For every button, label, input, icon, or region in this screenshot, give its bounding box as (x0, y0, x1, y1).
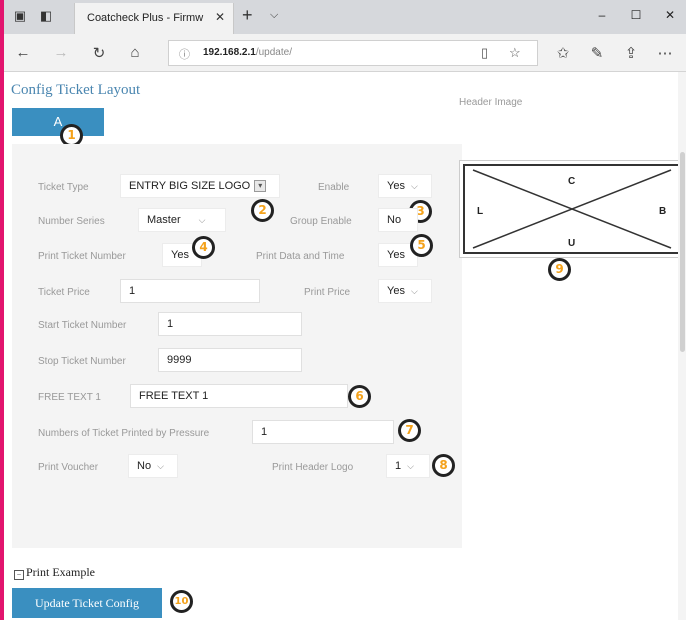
browser-window: ▣ ◧ Coatcheck Plus - Firmw ✕ + ⌵ – ☐ ✕ ←… (4, 0, 686, 620)
home-icon[interactable]: ⌂ (126, 44, 144, 61)
chevron-down-icon: ⌵ (410, 181, 418, 191)
info-icon[interactable]: ⓘ (179, 46, 190, 62)
print-price-value: Yes (387, 285, 405, 297)
stop-ticket-label: Stop Ticket Number (38, 356, 126, 367)
print-price-select[interactable]: Yes ⌵ (378, 279, 432, 303)
callout-badge-8: 8 (432, 454, 455, 477)
number-series-select[interactable]: Master ⌵ (138, 208, 226, 232)
print-header-logo-value: 1 (395, 460, 402, 472)
print-example-toggle[interactable]: − Print Example (14, 565, 95, 580)
start-ticket-input[interactable]: 1 (158, 312, 302, 336)
favorite-star-icon[interactable]: ☆ (509, 45, 521, 61)
chevron-down-icon: ⌵ (198, 215, 206, 225)
ticket-type-label: Ticket Type (38, 182, 89, 193)
presses-label: Numbers of Ticket Printed by Pressure (38, 428, 210, 439)
tab-actions-icon[interactable]: ▣ (12, 8, 28, 24)
update-ticket-config-button[interactable]: Update Ticket Config (12, 588, 162, 618)
group-enable-value: No (387, 214, 402, 226)
print-header-logo-select[interactable]: 1 ⌵ (386, 454, 430, 478)
tab-title: Coatcheck Plus - Firmw (87, 12, 204, 24)
print-voucher-label: Print Voucher (38, 462, 99, 473)
set-aside-tabs-icon[interactable]: ◧ (38, 8, 54, 24)
forward-icon[interactable]: → (52, 44, 70, 61)
header-image-label-right: B (659, 206, 666, 217)
print-header-logo-label: Print Header Logo (272, 462, 354, 473)
tab-list-chevron-icon[interactable]: ⌵ (270, 9, 278, 22)
page-content: Config Ticket Layout Header Image A 1 Ti… (4, 72, 686, 620)
number-series-value: Master (147, 214, 181, 226)
scrollbar-thumb[interactable] (680, 152, 685, 352)
print-ticket-number-value: Yes (171, 249, 189, 261)
header-image-label: Header Image (459, 97, 523, 108)
callout-badge-2: 2 (251, 199, 274, 222)
ticket-config-panel: Ticket Type ENTRY BIG SIZE LOGO ▾ 2 Enabl… (12, 144, 462, 548)
back-icon[interactable]: ← (14, 44, 32, 61)
url-text: 192.168.2.1/update/ (203, 47, 292, 58)
share-icon[interactable]: ⇪ (622, 44, 640, 62)
chevron-down-icon: ⌵ (157, 461, 164, 471)
header-image-label-left: L (477, 206, 483, 217)
url-path: /update/ (255, 47, 292, 58)
new-tab-icon[interactable]: + (242, 5, 253, 26)
tab-close-icon[interactable]: ✕ (215, 10, 225, 24)
callout-badge-4: 4 (192, 236, 215, 259)
ticket-tab-a-button[interactable]: A (12, 108, 104, 136)
browser-tab[interactable]: Coatcheck Plus - Firmw ✕ (74, 3, 234, 34)
print-price-label: Print Price (304, 287, 351, 298)
title-bar: ▣ ◧ Coatcheck Plus - Firmw ✕ + ⌵ – ☐ ✕ (4, 0, 686, 34)
vertical-scrollbar[interactable] (678, 72, 686, 620)
start-ticket-label: Start Ticket Number (38, 320, 127, 331)
reading-view-icon[interactable]: ▯ (481, 45, 488, 61)
callout-badge-10: 10 (170, 590, 193, 613)
print-date-time-label: Print Data and Time (256, 251, 345, 262)
refresh-icon[interactable]: ↻ (90, 44, 108, 62)
callout-badge-6: 6 (348, 385, 371, 408)
header-image-label-bottom: U (568, 238, 575, 249)
chevron-down-icon: ⌵ (407, 461, 414, 471)
group-enable-label: Group Enable (290, 216, 352, 227)
free-text-input[interactable]: FREE TEXT 1 (130, 384, 348, 408)
address-bar[interactable]: ⓘ 192.168.2.1/update/ ▯ ☆ (168, 40, 538, 66)
print-example-label: Print Example (26, 565, 95, 579)
ticket-type-select[interactable]: ENTRY BIG SIZE LOGO ▾ (120, 174, 280, 198)
group-enable-select[interactable]: No (378, 208, 418, 232)
enable-label: Enable (318, 182, 350, 193)
ticket-price-input[interactable]: 1 (120, 279, 260, 303)
stop-ticket-input[interactable]: 9999 (158, 348, 302, 372)
url-host: 192.168.2.1 (203, 47, 256, 58)
maximize-icon[interactable]: ☐ (626, 8, 646, 22)
callout-badge-9: 9 (548, 258, 571, 281)
more-menu-icon[interactable]: ⋯ (656, 44, 674, 62)
print-voucher-select[interactable]: No ⌵ (128, 454, 178, 478)
chevron-down-icon: ⌵ (410, 286, 418, 296)
page-title: Config Ticket Layout (11, 82, 141, 98)
header-image-placeholder: C L B U (463, 164, 681, 254)
print-date-time-value: Yes (387, 249, 405, 261)
enable-value: Yes (387, 180, 405, 192)
favorites-icon[interactable]: ✩ (554, 44, 572, 62)
header-image-label-top: C (568, 176, 575, 187)
number-series-label: Number Series (38, 216, 105, 227)
chevron-down-icon: ▾ (254, 180, 267, 193)
print-voucher-value: No (137, 460, 152, 472)
enable-select[interactable]: Yes ⌵ (378, 174, 432, 198)
minimize-icon[interactable]: – (592, 8, 612, 22)
close-window-icon[interactable]: ✕ (660, 8, 680, 22)
header-image-preview[interactable]: C L B U (459, 160, 685, 258)
navigation-bar: ← → ↻ ⌂ ⓘ 192.168.2.1/update/ ▯ ☆ ✩ ✎ ⇪ … (4, 34, 686, 72)
ticket-price-label: Ticket Price (38, 287, 90, 298)
free-text-label: FREE TEXT 1 (38, 392, 101, 403)
presses-input[interactable]: 1 (252, 420, 394, 444)
ticket-type-value: ENTRY BIG SIZE LOGO (129, 180, 251, 192)
collapse-checkbox-icon[interactable]: − (14, 570, 24, 580)
notes-pen-icon[interactable]: ✎ (588, 44, 606, 62)
callout-badge-7: 7 (398, 419, 421, 442)
callout-badge-5: 5 (410, 234, 433, 257)
print-ticket-number-label: Print Ticket Number (38, 251, 126, 262)
